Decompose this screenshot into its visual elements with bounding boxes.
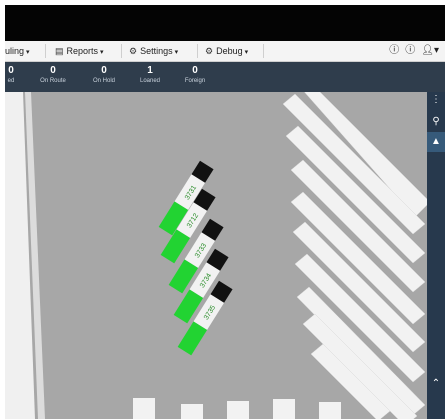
settings-menu-label: Settings xyxy=(140,46,173,56)
chevron-down-icon: ▾ xyxy=(244,49,249,56)
map-side-toolbar: ⋮ ⚲ ▲ ⌃ xyxy=(427,92,445,419)
document-icon: ▤ xyxy=(55,46,64,56)
status-count: 0 xyxy=(192,65,198,76)
chevron-down-icon: ▾ xyxy=(26,49,30,56)
status-item: 0 ed xyxy=(0,65,31,86)
status-count: 0 xyxy=(8,65,14,76)
reports-menu[interactable]: ▤ Reports ▾ xyxy=(55,41,104,61)
menu-divider xyxy=(45,44,46,58)
status-label: ed xyxy=(7,78,15,84)
scheduling-menu-label: uling xyxy=(5,46,25,56)
status-item: 0 On Hold xyxy=(84,65,124,86)
status-label: Foreign xyxy=(184,78,206,84)
debug-menu[interactable]: ⚙ Debug ▾ xyxy=(205,41,248,61)
chevron-down-icon: ▾ xyxy=(174,49,179,56)
status-bar: 0 ed 0 On Route 0 On Hold 1 Loaned 0 For… xyxy=(5,62,445,92)
status-item: 1 Loaned xyxy=(130,65,170,86)
status-item: 0 Foreign xyxy=(175,65,215,86)
notification-icon[interactable]: ▲ xyxy=(427,132,445,152)
help-icon[interactable]: ⓘ xyxy=(405,45,415,56)
menu-bar: uling ▾ ▤ Reports ▾ ⚙ Settings ▾ ⚙ Debug ▾ ⓘ ⓘ 👤︎… xyxy=(5,41,445,62)
info-icon[interactable]: ⓘ xyxy=(389,45,399,56)
status-count: 0 xyxy=(101,65,107,76)
menu-right-icons: ⓘ ⓘ 👤︎▾ xyxy=(383,41,439,61)
status-label: On Hold xyxy=(92,78,115,84)
settings-menu[interactable]: ⚙ Settings ▾ xyxy=(129,41,178,61)
gear-icon: ⚙ xyxy=(129,46,138,56)
search-icon[interactable]: ⚲ xyxy=(427,112,445,132)
status-label: Loaned xyxy=(139,78,161,84)
map-view[interactable]: 3731 3712 3733 3734 3735 ⋮ ⚲ ▲ ⌃ xyxy=(5,92,445,419)
menu-divider xyxy=(121,44,122,58)
scheduling-menu[interactable]: uling ▾ xyxy=(5,41,30,61)
gear-icon: ⚙ xyxy=(205,46,214,56)
status-count: 0 xyxy=(50,65,56,76)
chevron-up-icon[interactable]: ⌃ xyxy=(427,374,445,394)
parking-stripes xyxy=(282,92,431,419)
status-item: 0 On Route xyxy=(33,65,73,86)
user-icon[interactable]: 👤︎▾ xyxy=(421,45,439,56)
status-count: 1 xyxy=(147,65,153,76)
status-label: On Route xyxy=(40,78,66,84)
reports-menu-label: Reports xyxy=(66,46,99,56)
map-canvas: 3731 3712 3733 3734 3735 xyxy=(5,92,431,419)
debug-menu-label: Debug xyxy=(216,46,243,56)
bottom-stalls xyxy=(133,398,341,419)
menu-divider xyxy=(197,44,198,58)
top-black-bar xyxy=(5,5,445,41)
menu-divider xyxy=(263,44,264,58)
chevron-down-icon: ▾ xyxy=(100,49,104,56)
